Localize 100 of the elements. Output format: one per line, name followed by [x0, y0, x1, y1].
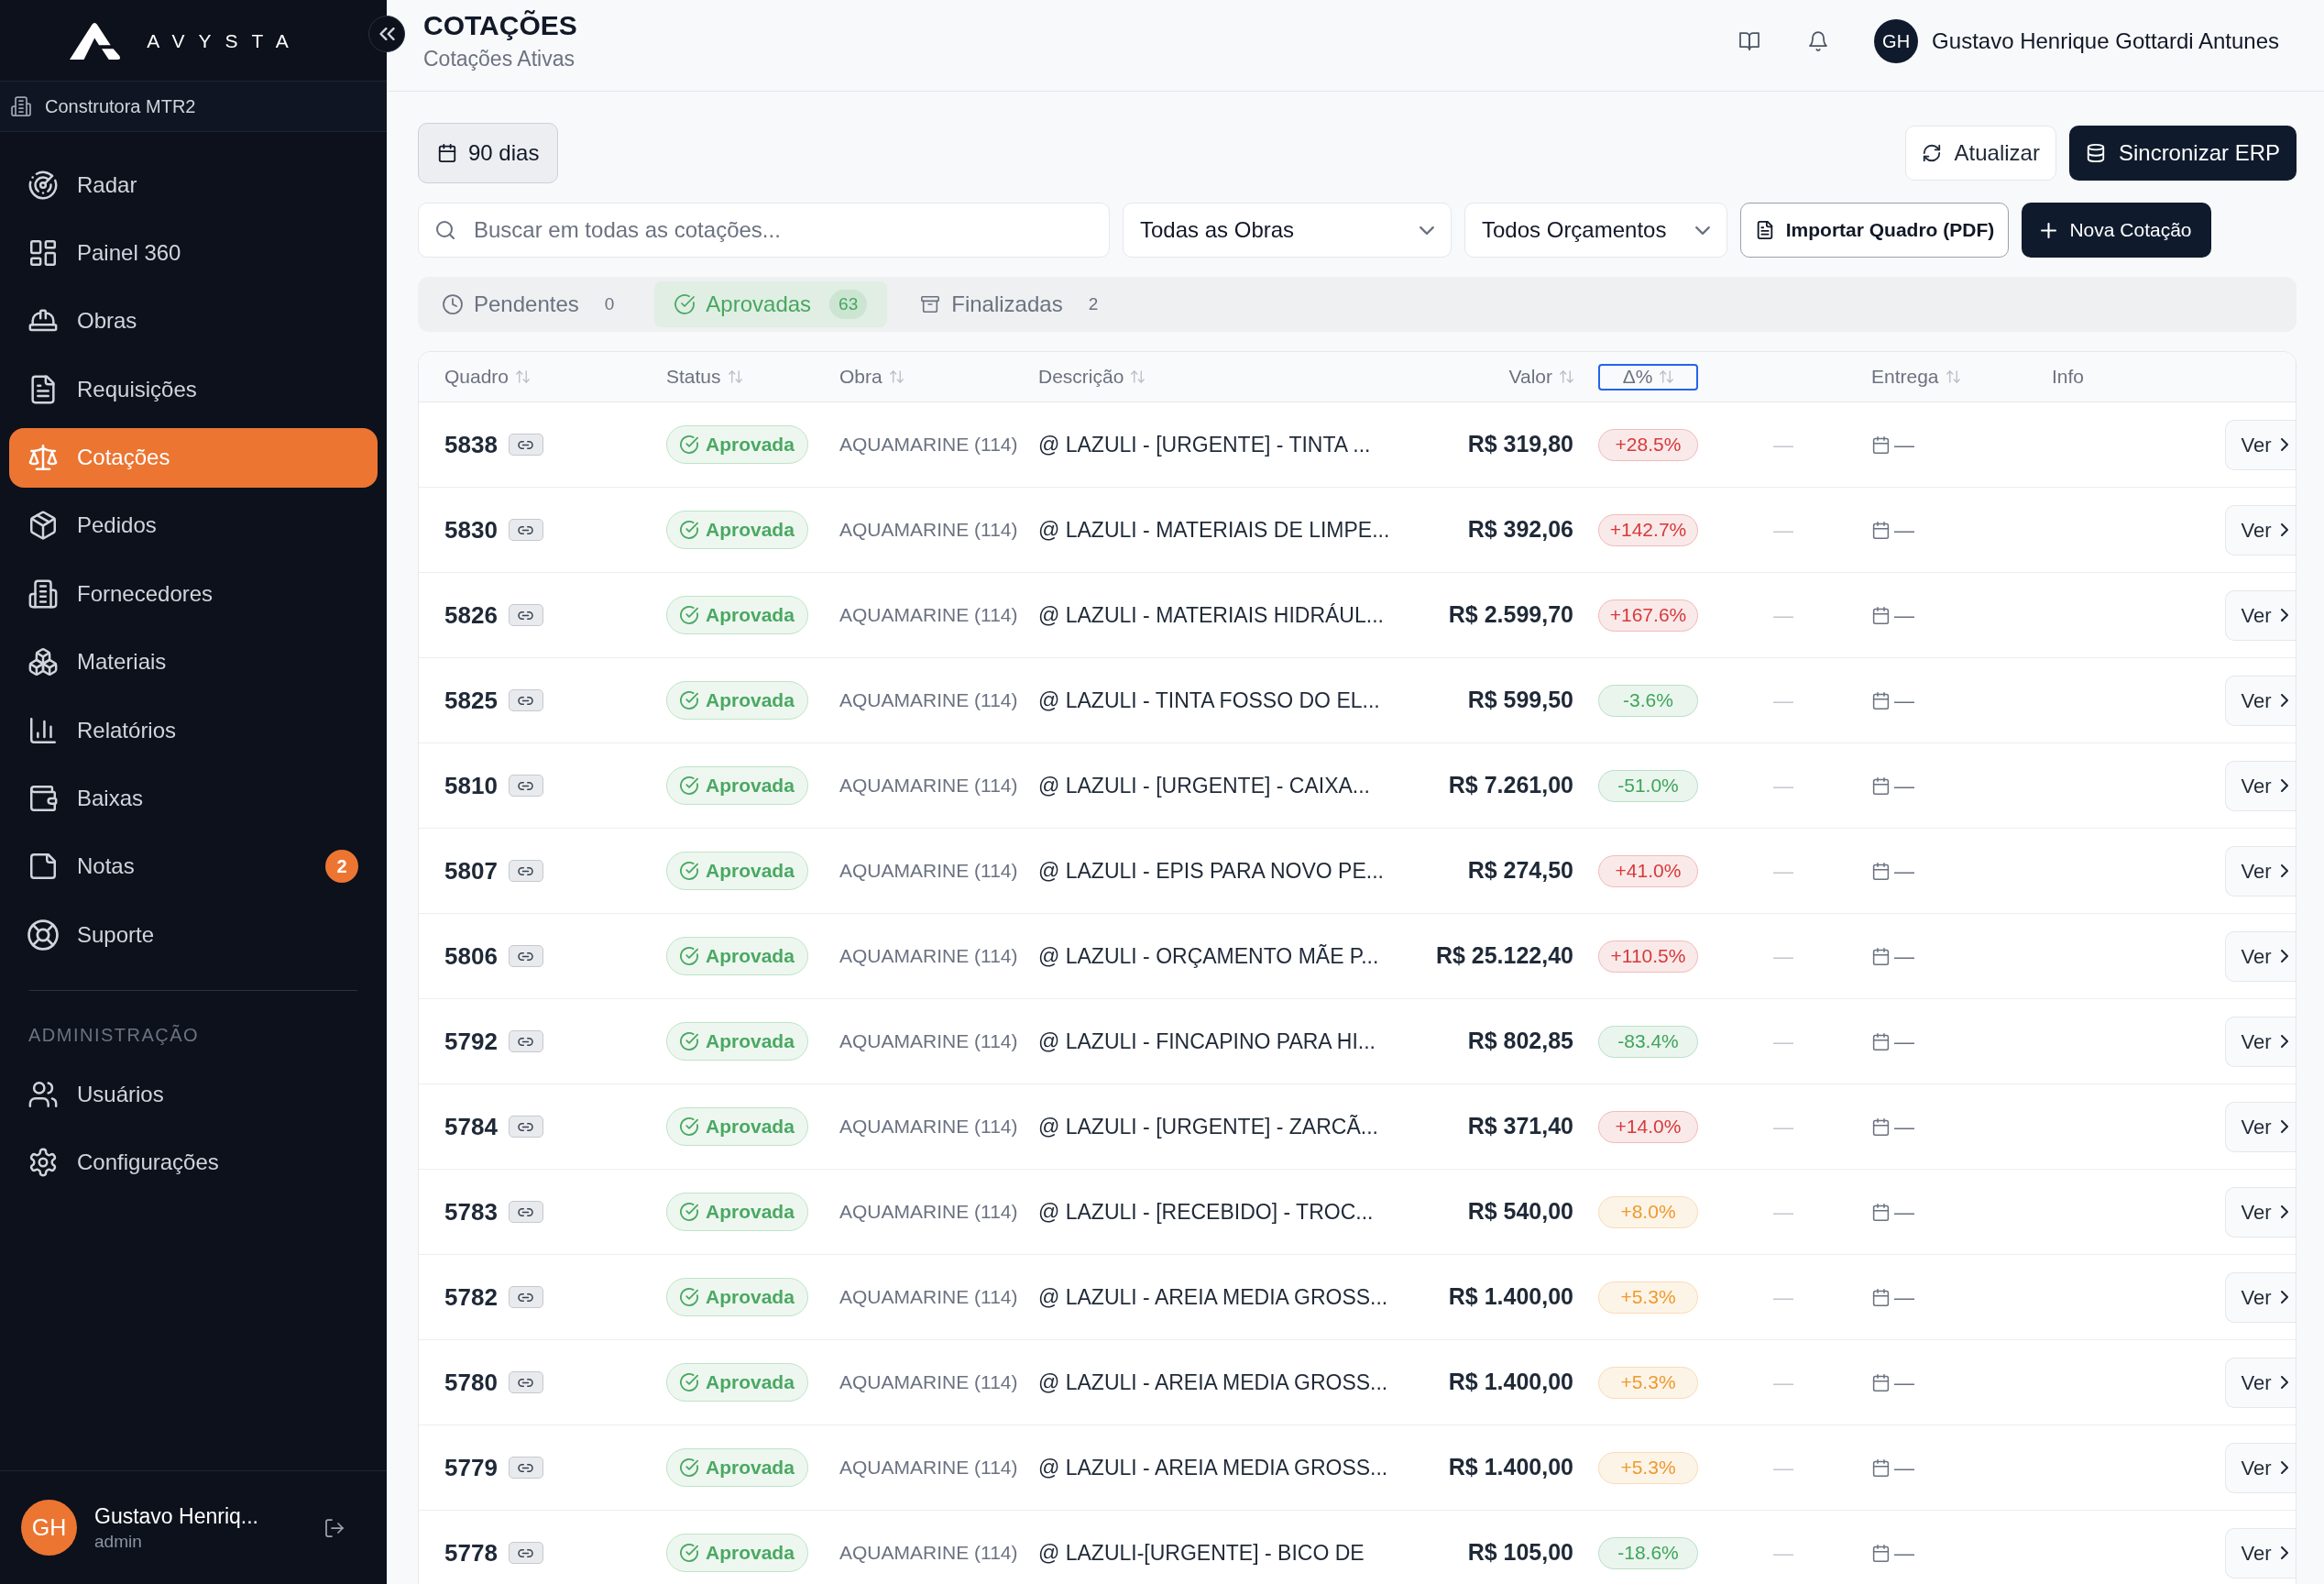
- view-button[interactable]: Ver: [2225, 675, 2296, 726]
- view-button[interactable]: Ver: [2225, 845, 2296, 896]
- status-text: Aprovada: [706, 859, 795, 884]
- column-header[interactable]: Status: [666, 363, 742, 390]
- link-icon[interactable]: [508, 689, 543, 711]
- section-label: ADMINISTRAÇÃO: [28, 1024, 200, 1047]
- description: @ LAZULI - [RECEBIDO] - TROC...: [1038, 1198, 1374, 1226]
- nav-item[interactable]: Obras: [9, 291, 378, 351]
- status-text: Aprovada: [706, 1200, 795, 1225]
- cubes-icon: [27, 646, 59, 678]
- column-header[interactable]: Descrição: [1038, 363, 1146, 390]
- collapse-button[interactable]: [368, 16, 405, 52]
- view-button[interactable]: Ver: [2225, 1016, 2296, 1067]
- delta-badge: +8.0%: [1598, 1195, 1698, 1228]
- nav-item[interactable]: Pedidos: [9, 495, 378, 556]
- view-button[interactable]: Ver: [2225, 589, 2296, 641]
- view-button[interactable]: Ver: [2225, 1527, 2296, 1578]
- nav-item[interactable]: Painel 360: [9, 223, 378, 283]
- status-text: Aprovada: [706, 1029, 795, 1054]
- delta-badge: +5.3%: [1598, 1366, 1698, 1399]
- bell-icon[interactable]: [1807, 30, 1830, 52]
- tab[interactable]: Finalizadas 2: [900, 281, 1126, 327]
- nav-item[interactable]: Suporte: [9, 905, 378, 965]
- view-button[interactable]: Ver: [2225, 760, 2296, 811]
- link-icon[interactable]: [508, 434, 543, 456]
- tab[interactable]: Pendentes 0: [422, 281, 642, 327]
- link-icon[interactable]: [508, 1542, 543, 1564]
- sync-button[interactable]: Sincronizar ERP: [2068, 126, 2297, 181]
- amount: R$ 802,85: [1467, 1027, 1573, 1056]
- sort-icon: [1131, 370, 1146, 383]
- amount: R$ 25.122,40: [1435, 941, 1573, 971]
- nav-item[interactable]: Usuários: [9, 1064, 378, 1125]
- column-header[interactable]: Entrega: [1871, 363, 1960, 390]
- column-header[interactable]: Valor: [1508, 363, 1573, 390]
- view-button[interactable]: Ver: [2225, 419, 2296, 470]
- nav-item[interactable]: Relatórios: [9, 700, 378, 761]
- calendar-icon: [1871, 1287, 1891, 1307]
- link-icon[interactable]: [508, 945, 543, 967]
- site-name: AQUAMARINE (114): [839, 1370, 1018, 1395]
- quote-number: 5825: [444, 685, 498, 716]
- site-name: AQUAMARINE (114): [839, 859, 1018, 884]
- link-icon[interactable]: [508, 1286, 543, 1308]
- quote-number: 5780: [444, 1367, 498, 1398]
- calendar-icon: [1871, 861, 1891, 881]
- empty-value: —: [1773, 1540, 1793, 1567]
- site-name: AQUAMARINE (114): [839, 774, 1018, 798]
- filter-dropdown[interactable]: Todas as Obras: [1123, 203, 1452, 258]
- link-icon[interactable]: [508, 1116, 543, 1138]
- new-quote-button[interactable]: Nova Cotação: [2022, 203, 2211, 258]
- chevron-right-icon: [2280, 438, 2288, 451]
- delta-badge: -83.4%: [1598, 1025, 1698, 1058]
- nav-item[interactable]: Notas 2: [9, 836, 378, 896]
- link-icon[interactable]: [508, 1371, 543, 1393]
- amount: R$ 1.400,00: [1448, 1453, 1573, 1482]
- link-icon[interactable]: [508, 1030, 543, 1052]
- import-button[interactable]: Importar Quadro (PDF): [1740, 203, 2009, 258]
- chevron-right-icon: [2280, 1291, 2288, 1304]
- user-role: admin: [94, 1530, 142, 1553]
- nav-item[interactable]: Configurações: [9, 1132, 378, 1193]
- nav-item[interactable]: Baixas: [9, 768, 378, 829]
- view-button[interactable]: Ver: [2225, 930, 2296, 982]
- link-icon[interactable]: [508, 1201, 543, 1223]
- nav-item[interactable]: Fornecedores: [9, 564, 378, 624]
- check-circle-icon: [674, 294, 696, 314]
- link-icon[interactable]: [508, 604, 543, 626]
- link-icon[interactable]: [508, 860, 543, 882]
- link-icon[interactable]: [508, 775, 543, 797]
- quote-number: 5838: [444, 429, 498, 460]
- delivery-date: —: [1894, 517, 1914, 544]
- link-icon[interactable]: [508, 519, 543, 541]
- delivery-date: —: [1894, 773, 1914, 799]
- delivery-date: —: [1894, 943, 1914, 970]
- delivery-date: —: [1894, 432, 1914, 458]
- search-field[interactable]: Buscar em todas as cotações...: [418, 203, 1110, 258]
- link-icon[interactable]: [508, 1457, 543, 1479]
- period-button[interactable]: 90 dias: [418, 123, 559, 183]
- view-button[interactable]: Ver: [2225, 1442, 2296, 1493]
- empty-value: —: [1773, 517, 1793, 544]
- filter-dropdown[interactable]: Todos Orçamentos: [1464, 203, 1727, 258]
- view-button[interactable]: Ver: [2225, 1186, 2296, 1238]
- delivery-date: —: [1894, 602, 1914, 629]
- site-name: AQUAMARINE (114): [839, 1029, 1018, 1054]
- view-button[interactable]: Ver: [2225, 504, 2296, 556]
- book-icon[interactable]: [1738, 30, 1761, 52]
- chevron-right-icon: [2280, 1205, 2288, 1218]
- site-name: AQUAMARINE (114): [839, 1541, 1018, 1566]
- nav-item[interactable]: Radar: [9, 155, 378, 214]
- check-circle-icon: [680, 606, 698, 624]
- chevron-right-icon: [2280, 779, 2288, 792]
- column-header[interactable]: Obra: [839, 363, 904, 390]
- view-button[interactable]: Ver: [2225, 1101, 2296, 1152]
- delta-badge: +14.0%: [1598, 1110, 1698, 1143]
- clock-icon: [443, 294, 463, 314]
- view-button[interactable]: Ver: [2225, 1271, 2296, 1323]
- column-header[interactable]: Δ%: [1598, 363, 1698, 390]
- column-header[interactable]: Quadro: [444, 363, 531, 390]
- view-button[interactable]: Ver: [2225, 1357, 2296, 1408]
- nav-item[interactable]: Materiais: [9, 632, 378, 692]
- nav-item[interactable]: Requisições: [9, 359, 378, 420]
- refresh-button[interactable]: Atualizar: [1904, 126, 2056, 181]
